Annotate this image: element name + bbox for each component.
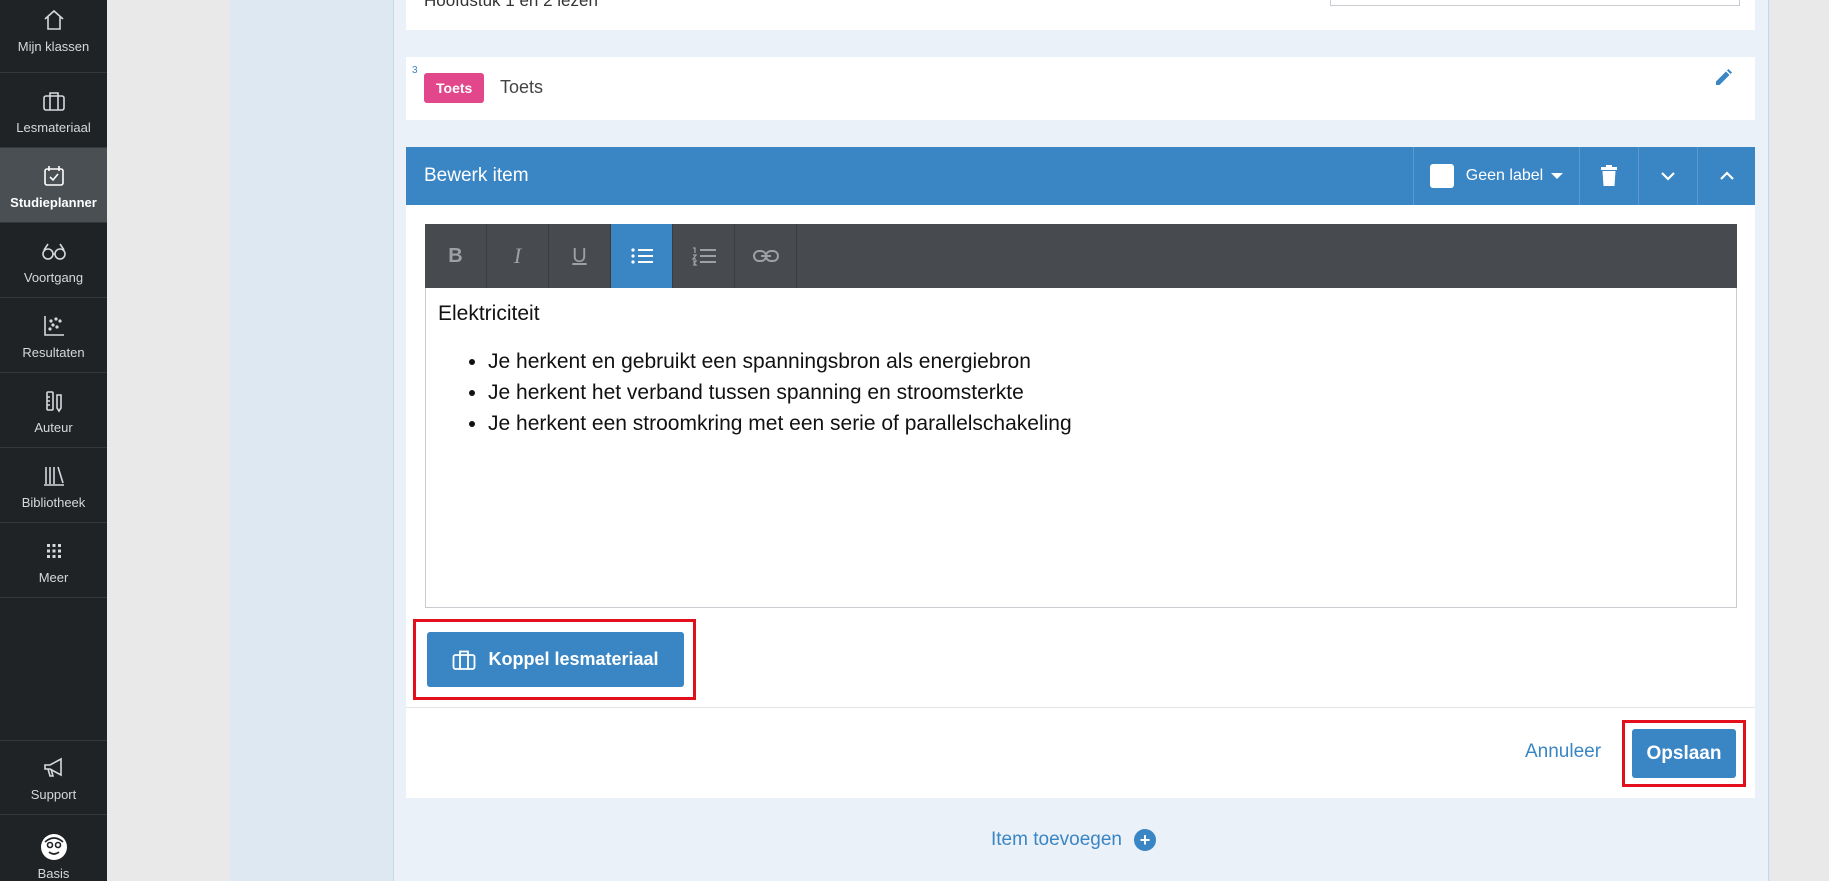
bullet-list-button[interactable]	[611, 224, 673, 288]
list-item: Je herkent het verband tussen spanning e…	[488, 377, 1724, 408]
grid-icon	[39, 536, 69, 566]
sidebar-item-basis[interactable]: Basis	[0, 816, 107, 881]
add-item-label: Item toevoegen	[991, 829, 1122, 850]
numbered-list-button[interactable]	[673, 224, 735, 288]
scatter-chart-icon	[39, 311, 69, 341]
chevron-up-icon	[1719, 171, 1734, 180]
planner-item-card[interactable]: Hoofdstuk 1 en 2 lezen	[406, 0, 1755, 30]
sidebar-item-lesmateriaal[interactable]: Lesmateriaal	[0, 73, 107, 148]
cancel-button[interactable]: Annuleer	[1525, 741, 1601, 763]
briefcase-icon	[453, 650, 476, 670]
sidebar-item-label: Auteur	[34, 419, 73, 435]
books-icon	[39, 461, 69, 491]
underline-button[interactable]: U	[549, 224, 611, 288]
item-label-badge: Toets	[424, 73, 485, 103]
list-item: Je herkent een stroomkring met een serie…	[488, 408, 1724, 439]
numbered-list-icon	[691, 247, 716, 266]
bullet-list: Je herkent en gebruikt een spanningsbron…	[438, 346, 1724, 439]
list-item: Je herkent en gebruikt een spanningsbron…	[488, 346, 1724, 377]
sidebar-item-label: Lesmateriaal	[16, 119, 91, 135]
sidebar-item-meer[interactable]: Meer	[0, 523, 107, 598]
koppel-lesmateriaal-button[interactable]: Koppel lesmateriaal	[427, 632, 684, 687]
pencil-icon[interactable]	[1710, 65, 1736, 91]
koppel-button-label: Koppel lesmateriaal	[488, 649, 659, 669]
avatar-icon	[39, 832, 69, 862]
sidebar-item-label: Voortgang	[23, 269, 84, 285]
sidebar-item-bibliotheek[interactable]: Bibliotheek	[0, 448, 107, 523]
trash-icon	[1601, 165, 1617, 186]
background	[107, 0, 230, 881]
bullet-list-icon	[630, 248, 653, 264]
item-title: Toets	[500, 77, 544, 97]
rich-text-editor[interactable]: Elektriciteit Je herkent en gebruikt een…	[425, 288, 1737, 608]
briefcase-icon	[39, 86, 69, 116]
glasses-icon	[39, 236, 69, 266]
label-color-swatch	[1429, 164, 1454, 188]
label-dropdown-text: Geen label	[1465, 167, 1544, 184]
divider	[406, 707, 1755, 708]
sidebar-item-voortgang[interactable]: Voortgang	[0, 223, 107, 298]
edit-item-title: Bewerk item	[424, 165, 529, 186]
sidebar-item-label: Support	[30, 787, 77, 802]
item-text: Hoofdstuk 1 en 2 lezen	[424, 0, 598, 10]
background	[1770, 0, 1829, 881]
delete-button[interactable]	[1579, 147, 1638, 205]
calendar-check-icon	[39, 161, 69, 191]
home-icon	[39, 5, 69, 35]
bold-button[interactable]: B	[425, 224, 487, 288]
sidebar: Mijn klassen Lesmateriaal Studieplanner …	[0, 0, 107, 881]
sidebar-item-label: Meer	[38, 569, 69, 585]
sidebar-item-label: Resultaten	[22, 344, 85, 360]
highlight-box: Koppel lesmateriaal	[413, 619, 696, 700]
sidebar-item-label: Bibliotheek	[21, 494, 86, 510]
link-icon	[752, 250, 779, 262]
megaphone-icon	[39, 753, 69, 783]
sidebar-item-label: Mijn klassen	[17, 38, 90, 54]
highlight-box: Opslaan	[1622, 720, 1746, 787]
sidebar-item-mijn-klassen[interactable]: Mijn klassen	[0, 0, 107, 73]
sidebar-item-label: Studieplanner	[10, 194, 97, 210]
sidebar-item-support[interactable]: Support	[0, 740, 107, 815]
sidebar-item-resultaten[interactable]: Resultaten	[0, 298, 107, 373]
edit-item-header: Bewerk item Geen label	[406, 147, 1755, 205]
link-button[interactable]	[735, 224, 797, 288]
edit-item-card: Bewerk item Geen label B I U Elektricite…	[406, 147, 1755, 798]
italic-button[interactable]: I	[487, 224, 549, 288]
caret-down-icon	[1551, 173, 1564, 179]
editor-heading: Elektriciteit	[438, 302, 540, 325]
italic-icon: I	[513, 243, 522, 268]
rich-text-toolbar: B I U	[425, 224, 1737, 288]
underline-icon: U	[572, 244, 587, 267]
chevron-down-icon	[1661, 172, 1675, 181]
planner-item-card[interactable]: 3 Toets Toets	[406, 57, 1755, 120]
bold-icon: B	[448, 244, 463, 267]
move-down-button[interactable]	[1638, 147, 1697, 205]
item-number: 3	[412, 65, 418, 76]
save-button[interactable]: Opslaan	[1632, 729, 1736, 778]
sidebar-item-label: Basis	[37, 865, 70, 881]
plus-circle-icon: +	[1133, 829, 1156, 851]
sidebar-item-studieplanner[interactable]: Studieplanner	[0, 148, 107, 223]
ruler-pencil-icon	[39, 386, 69, 416]
collapse-button[interactable]	[1697, 147, 1755, 205]
dropdown-field[interactable]	[1330, 0, 1740, 6]
label-dropdown[interactable]: Geen label	[1413, 147, 1579, 205]
sidebar-item-auteur[interactable]: Auteur	[0, 373, 107, 448]
add-item-button[interactable]: Item toevoegen +	[991, 829, 1156, 851]
